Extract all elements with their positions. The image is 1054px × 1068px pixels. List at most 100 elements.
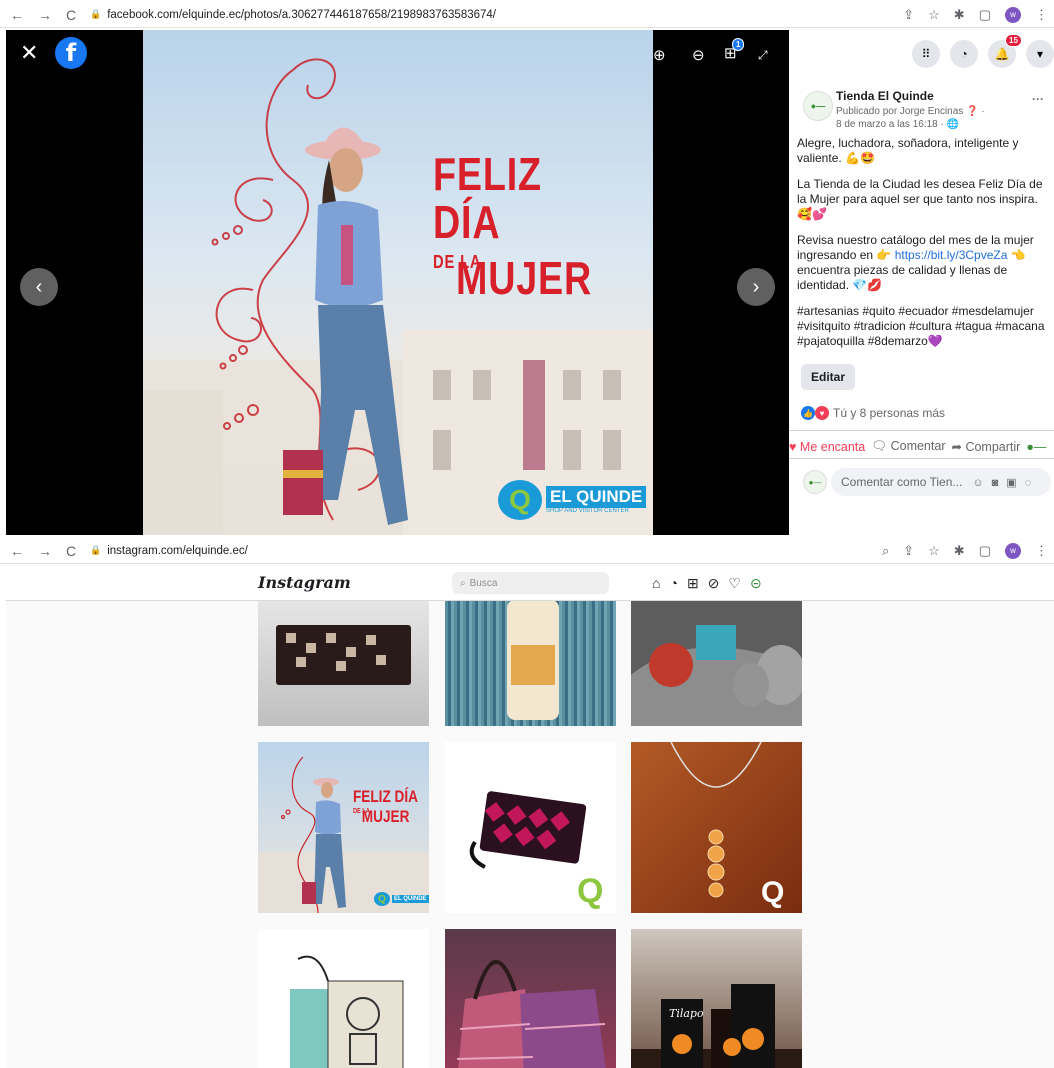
nav-buttons: ← → C (0, 7, 90, 23)
fullscreen-icon[interactable]: ⤢ (758, 48, 768, 63)
tag-count-badge: 1 (732, 38, 745, 51)
more-options-icon[interactable]: ··· (1032, 92, 1044, 106)
extensions-icon[interactable]: ✱ (954, 7, 965, 23)
tile-title-line1: FELIZ DÍA (353, 787, 418, 806)
sticker-icon[interactable]: ◌ (1025, 477, 1040, 489)
logo-subtext: SHOP AND VISITOR CENTER (546, 508, 629, 514)
sidepanel-icon[interactable]: ▢ (979, 543, 991, 559)
catalog-link[interactable]: https://bit.ly/3CpveZa (895, 248, 1008, 262)
lotion-bottle-image (507, 601, 559, 720)
post-tile[interactable] (631, 601, 802, 726)
coffee-image (631, 984, 802, 1068)
post-actions: ♥ Me encanta 🗨 Comentar ➦ Compartir ●— (789, 439, 1046, 454)
previous-photo-button[interactable]: ‹ (20, 268, 58, 306)
post-tile[interactable]: FELIZ DÍA DE LAMUJER Q EL QUINDE (258, 742, 429, 913)
explore-icon[interactable]: ⊘ (708, 575, 729, 591)
address-bar[interactable]: 🔒 facebook.com/elquinde.ec/photos/a.3062… (90, 9, 496, 21)
next-photo-button[interactable]: › (737, 268, 775, 306)
messenger-icon[interactable]: ◔ (669, 575, 686, 591)
post-tile[interactable]: Tilapo (631, 929, 802, 1068)
menu-grid-icon[interactable]: ⠿ (912, 40, 940, 68)
instagram-header: Instagram ⌕ Busca ⌂◔⊞⊘♡⊝ (6, 565, 1054, 601)
woven-bags-image (456, 959, 606, 1068)
comment-input[interactable]: Comentar como Tien... ☺◙▣◌ (831, 468, 1051, 496)
edit-button[interactable]: Editar (801, 364, 856, 390)
profile-avatar-icon[interactable]: ⊝ (750, 575, 771, 591)
post-tile[interactable] (445, 929, 616, 1068)
page-name[interactable]: Tienda El Quinde (836, 89, 934, 103)
emoji-icon[interactable]: ☺ (972, 477, 991, 489)
globe-icon: 🌐 (946, 119, 960, 130)
post-tile[interactable] (445, 601, 616, 726)
back-icon[interactable]: ← (10, 543, 24, 559)
instagram-logo[interactable]: Instagram (258, 573, 351, 592)
post-date[interactable]: 8 de marzo a las 16:18 (836, 119, 938, 130)
womens-day-image (258, 756, 429, 913)
fb-browser-toolbar: ← → C 🔒 facebook.com/elquinde.ec/photos/… (0, 2, 1054, 28)
browser-actions: ⌕ ⇪ ☆ ✱ ▢ w ⋮ (882, 542, 1048, 559)
love-label: Me encanta (799, 439, 866, 454)
post-tile[interactable]: Q (631, 742, 802, 913)
hashtags[interactable]: #artesanias #quito #ecuador #mesdelamuje… (797, 304, 1053, 349)
address-bar[interactable]: 🔒 instagram.com/elquinde.ec/ (90, 545, 248, 557)
share-icon[interactable]: ⇪ (903, 543, 914, 559)
page-avatar[interactable]: ●— (803, 91, 833, 121)
zoom-in-icon[interactable]: ⊕ (653, 46, 666, 64)
forward-icon[interactable]: → (38, 7, 52, 23)
photo-title-small: DE LA (433, 252, 482, 272)
home-icon[interactable]: ⌂ (652, 575, 669, 591)
necklace-image: Q (670, 742, 784, 909)
browser-actions: ⇪ ☆ ✱ ▢ w ⋮ (903, 6, 1048, 23)
menu-icon[interactable]: ⋮ (1035, 7, 1048, 23)
star-icon[interactable]: ☆ (928, 7, 940, 23)
menu-icon[interactable]: ⋮ (1035, 543, 1048, 559)
zoom-icon[interactable]: ⌕ (882, 543, 889, 559)
coffee-brand: Tilapo (669, 1007, 704, 1020)
post-photo: FELIZ DÍA DE LAMUJER Q EL QUINDE SHOP AN… (143, 30, 653, 535)
star-icon[interactable]: ☆ (928, 543, 940, 559)
reload-icon[interactable]: C (66, 543, 76, 559)
extensions-icon[interactable]: ✱ (954, 543, 965, 559)
share-label: Compartir (965, 440, 1021, 454)
search-icon: ⌕ (460, 577, 466, 589)
reactions-text: Tú y 8 personas más (833, 406, 946, 420)
share-icon[interactable]: ⇪ (903, 7, 914, 23)
ig-nav-icons: ⌂◔⊞⊘♡⊝ (652, 575, 771, 592)
messenger-icon[interactable]: ◔ (950, 40, 978, 68)
post-tile[interactable] (258, 929, 429, 1068)
gif-icon[interactable]: ▣ (1006, 477, 1024, 489)
post-paragraph-3: Revisa nuestro catálogo del mes de la mu… (797, 233, 1053, 293)
back-icon[interactable]: ← (10, 7, 24, 23)
page-switch-icon[interactable]: ●— (1026, 440, 1046, 454)
post-tile[interactable] (258, 601, 429, 726)
crafts-image (631, 601, 802, 726)
camera-icon[interactable]: ◙ (992, 477, 1007, 489)
facebook-logo-icon[interactable]: f (55, 37, 87, 69)
close-icon[interactable]: ✕ (20, 40, 38, 66)
photo-viewer: ✕ f FELIZ DÍA DE LAMUJER Q EL QUINDE SHO… (6, 30, 789, 535)
new-post-icon[interactable]: ⊞ (687, 575, 708, 591)
reload-icon[interactable]: C (66, 7, 76, 23)
love-reaction-button[interactable]: ♥ Me encanta (789, 440, 865, 454)
search-input[interactable]: ⌕ Busca (452, 572, 609, 594)
profile-avatar[interactable]: w (1005, 6, 1021, 23)
comment-tools: ☺◙▣◌ (972, 476, 1039, 489)
reactions-summary[interactable]: 👍 ♥ Tú y 8 personas más (801, 406, 945, 420)
post-text: Alegre, luchadora, soñadora, inteligente… (797, 136, 1053, 360)
post-tile[interactable]: Q (445, 742, 616, 913)
account-dropdown-icon[interactable]: ▾ (1026, 40, 1054, 68)
forward-icon[interactable]: → (38, 543, 52, 559)
lock-icon: 🔒 (90, 9, 102, 19)
activity-heart-icon[interactable]: ♡ (728, 575, 750, 591)
profile-avatar[interactable]: w (1005, 542, 1021, 559)
quinde-bird-icon: Q (374, 892, 390, 906)
lock-icon: 🔒 (90, 545, 102, 555)
el-quinde-logo: Q EL QUINDE SHOP AND VISITOR CENTER (498, 480, 647, 520)
quinde-bird-icon: Q (498, 480, 542, 520)
share-button[interactable]: ➦ Compartir (951, 439, 1020, 454)
comment-button[interactable]: 🗨 Comentar (871, 439, 945, 454)
zoom-out-icon[interactable]: ⊖ (692, 46, 705, 64)
share-arrow-icon: ➦ (951, 440, 962, 454)
post-details-panel: ⠿ ◔ 🔔 15 ▾ ●— Tienda El Quinde Publicado… (789, 30, 1054, 535)
sidepanel-icon[interactable]: ▢ (979, 7, 991, 23)
